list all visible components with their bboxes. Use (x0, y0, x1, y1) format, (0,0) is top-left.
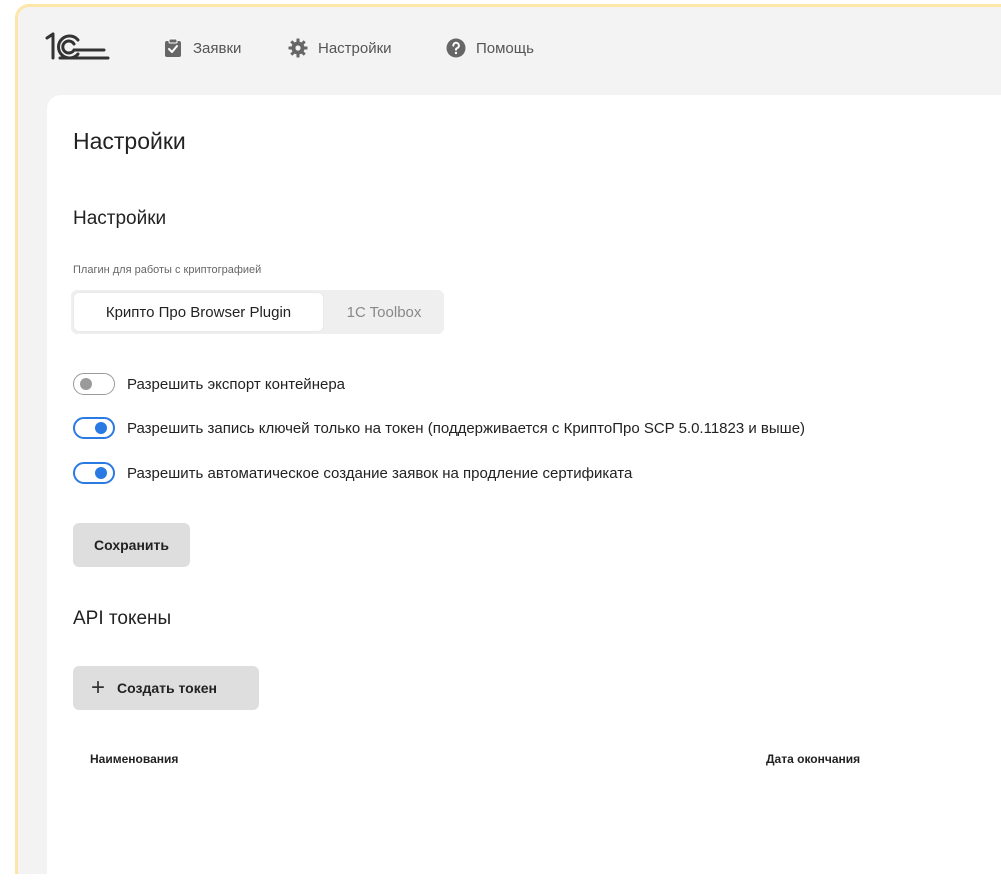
plugin-option-1c-toolbox[interactable]: 1C Toolbox (327, 293, 441, 331)
toggle-knob (95, 467, 107, 479)
plugin-field-label: Плагин для работы с криптографией (73, 264, 262, 276)
token-only-label: Разрешить запись ключей только на токен … (127, 419, 806, 437)
settings-section-title: Настройки (73, 208, 167, 229)
nav-label-settings: Настройки (318, 39, 392, 57)
settings-card (47, 95, 1001, 895)
logo-1c-icon[interactable] (44, 32, 110, 62)
create-token-label: Создать токен (117, 680, 217, 696)
export-container-label: Разрешить экспорт контейнера (127, 375, 345, 393)
nav-label-requests: Заявки (193, 39, 242, 57)
plugin-option-cryptopro[interactable]: Крипто Про Browser Plugin (74, 293, 323, 331)
create-token-button[interactable]: + Создать токен (73, 666, 259, 710)
token-only-toggle[interactable] (73, 417, 115, 439)
plus-icon: + (91, 674, 106, 701)
toggle-row-export-container: Разрешить экспорт контейнера (73, 372, 345, 396)
toggle-knob (80, 378, 92, 390)
auto-renewal-toggle[interactable] (73, 462, 115, 484)
auto-renewal-label: Разрешить автоматическое создание заявок… (127, 464, 633, 482)
column-header-end-date[interactable]: Дата окончания (766, 752, 860, 766)
help-circle-icon (446, 38, 466, 58)
export-container-toggle[interactable] (73, 373, 115, 395)
toggle-knob (95, 422, 107, 434)
nav-item-requests[interactable]: Заявки (163, 36, 241, 60)
toggle-row-auto-renewal: Разрешить автоматическое создание заявок… (73, 461, 632, 485)
nav-item-settings[interactable]: Настройки (288, 36, 392, 60)
plugin-selector: Крипто Про Browser Plugin 1C Toolbox (71, 290, 444, 334)
nav-label-help: Помощь (476, 39, 534, 57)
gear-icon (288, 38, 308, 58)
clipboard-check-icon (165, 38, 181, 57)
toggle-row-token-only: Разрешить запись ключей только на токен … (73, 416, 805, 440)
app-frame: Заявки Настройки Помощь Настройки Настро… (0, 0, 1001, 895)
api-tokens-section-title: API токены (73, 608, 172, 629)
page-title: Настройки (73, 128, 186, 154)
nav-item-help[interactable]: Помощь (446, 36, 534, 60)
save-button[interactable]: Сохранить (73, 523, 190, 567)
column-header-name[interactable]: Наименования (90, 752, 178, 766)
top-navigation: Заявки Настройки Помощь (0, 0, 1001, 90)
